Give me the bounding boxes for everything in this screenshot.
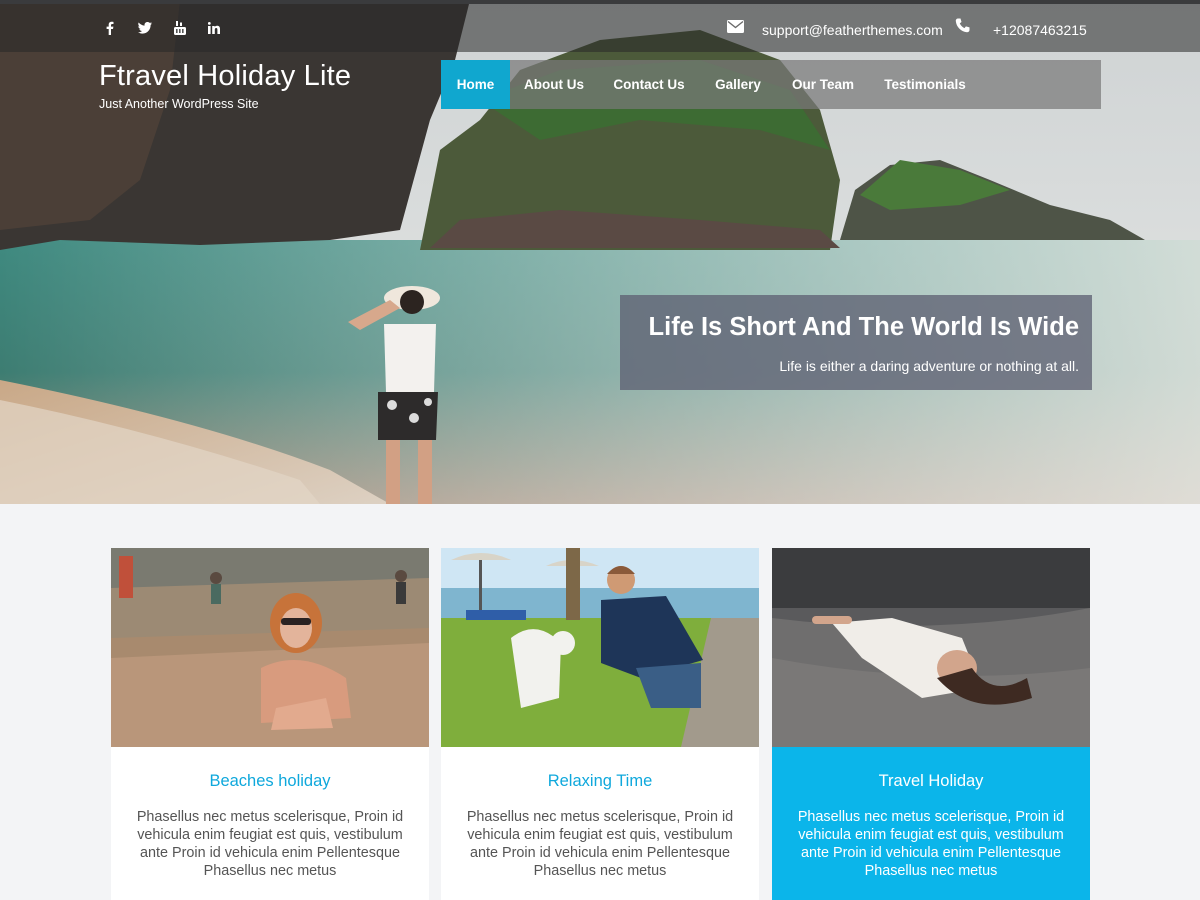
site-tagline: Just Another WordPress Site <box>99 97 259 111</box>
nav-item-about-us[interactable]: About Us <box>510 60 598 109</box>
card-image-woman-in-water <box>772 548 1090 747</box>
envelope-icon <box>727 20 744 38</box>
card-image-beach-woman <box>111 548 429 747</box>
nav-item-testimonials[interactable]: Testimonials <box>870 60 980 109</box>
slider-caption: Life Is Short And The World Is Wide Life… <box>620 295 1092 390</box>
card-title[interactable]: Travel Holiday <box>772 772 1090 791</box>
nav-item-gallery[interactable]: Gallery <box>700 60 776 109</box>
facebook-icon[interactable] <box>98 4 122 52</box>
main-navigation: Home About Us Contact Us Gallery Our Tea… <box>441 60 1101 109</box>
twitter-icon[interactable] <box>133 4 157 52</box>
nav-item-contact-us[interactable]: Contact Us <box>598 60 700 109</box>
linkedin-icon[interactable] <box>202 4 226 52</box>
feature-card-travel[interactable]: Travel Holiday Phasellus nec metus scele… <box>772 548 1090 900</box>
card-text: Phasellus nec metus scelerisque, Proin i… <box>136 809 404 879</box>
feature-card-relaxing[interactable]: Relaxing Time Phasellus nec metus sceler… <box>441 548 759 900</box>
slider-title: Life Is Short And The World Is Wide <box>648 313 1079 341</box>
hero-section: support@featherthemes.com +12087463215 F… <box>0 0 1200 504</box>
top-bar: support@featherthemes.com +12087463215 <box>0 4 1200 52</box>
card-text: Phasellus nec metus scelerisque, Proin i… <box>797 809 1065 879</box>
nav-item-our-team[interactable]: Our Team <box>776 60 870 109</box>
feature-card-beaches[interactable]: Beaches holiday Phasellus nec metus scel… <box>111 548 429 900</box>
site-title[interactable]: Ftravel Holiday Lite <box>99 60 351 93</box>
card-title[interactable]: Beaches holiday <box>111 772 429 791</box>
slider-subtitle: Life is either a daring adventure or not… <box>779 358 1079 374</box>
card-text: Phasellus nec metus scelerisque, Proin i… <box>466 809 734 879</box>
phone-number-link[interactable]: +12087463215 <box>993 22 1087 38</box>
nav-item-home[interactable]: Home <box>441 60 510 109</box>
support-email-link[interactable]: support@featherthemes.com <box>762 22 943 38</box>
card-title[interactable]: Relaxing Time <box>441 772 759 791</box>
youtube-icon[interactable] <box>168 4 192 52</box>
card-image-man-with-dog <box>441 548 759 747</box>
phone-icon <box>955 18 970 38</box>
